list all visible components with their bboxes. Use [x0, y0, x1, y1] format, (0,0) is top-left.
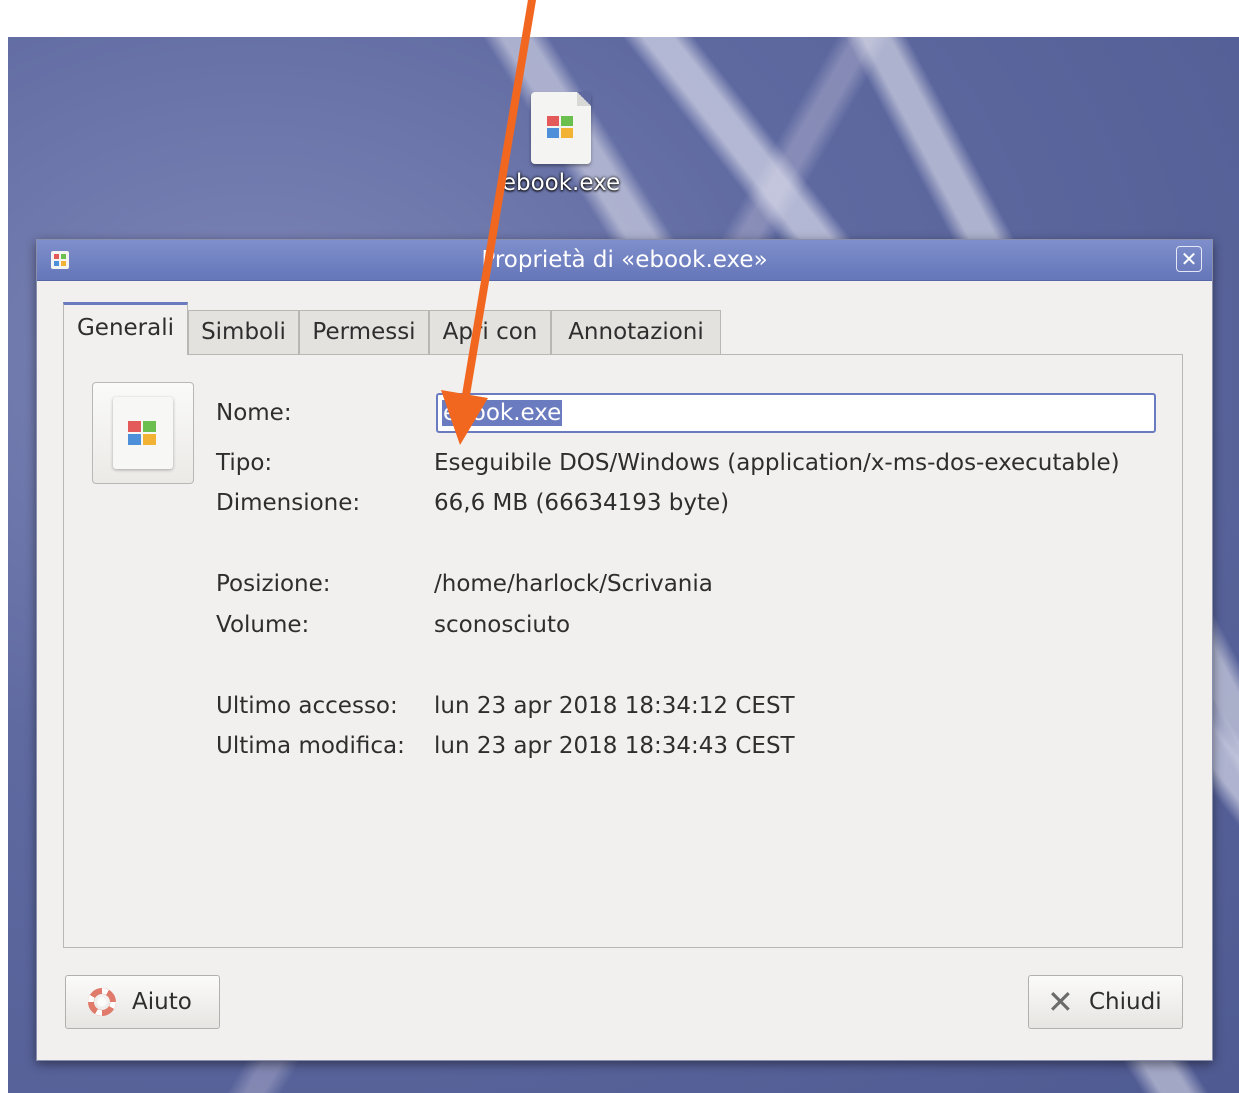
size-label: Dimensione:: [216, 490, 361, 516]
close-icon: ✕: [1180, 247, 1198, 271]
exe-file-icon: [531, 92, 591, 164]
type-value: Eseguibile DOS/Windows (application/x-ms…: [434, 450, 1120, 476]
help-button-label: Aiuto: [132, 989, 192, 1015]
tab-annotazioni[interactable]: Annotazioni: [551, 310, 721, 354]
close-button-label: Chiudi: [1089, 989, 1162, 1015]
general-tab-panel: Nome: ebook.exe Tipo: Eseguibile DOS/Win…: [63, 354, 1183, 948]
close-button[interactable]: ✕ Chiudi: [1028, 975, 1183, 1029]
volume-label: Volume:: [216, 612, 310, 638]
accessed-value: lun 23 apr 2018 18:34:12 CEST: [434, 693, 795, 719]
name-input[interactable]: ebook.exe: [436, 393, 1156, 433]
close-window-button[interactable]: ✕: [1176, 246, 1202, 272]
volume-value: sconosciuto: [434, 612, 571, 638]
close-icon: ✕: [1047, 983, 1074, 1021]
file-icon-button[interactable]: [92, 382, 194, 484]
desktop-file-ebook[interactable]: ebook.exe: [496, 92, 626, 196]
name-input-selected-text: ebook.exe: [442, 400, 563, 426]
tab-simboli[interactable]: Simboli: [188, 310, 299, 354]
tab-permessi[interactable]: Permessi: [299, 310, 429, 354]
size-value: 66,6 MB (66634193 byte): [434, 490, 730, 516]
accessed-label: Ultimo accesso:: [216, 693, 398, 719]
name-label: Nome:: [216, 400, 292, 426]
dialog-title: Proprietà di «ebook.exe»: [481, 247, 768, 273]
location-value: /home/harlock/Scrivania: [434, 571, 713, 597]
app-icon: [51, 251, 69, 269]
type-label: Tipo:: [216, 450, 273, 476]
tab-generali[interactable]: Generali: [63, 302, 188, 355]
exe-file-icon: [113, 397, 173, 469]
desktop-file-label: ebook.exe: [501, 170, 621, 196]
dialog-titlebar[interactable]: Proprietà di «ebook.exe» ✕: [37, 240, 1212, 281]
location-label: Posizione:: [216, 571, 331, 597]
modified-label: Ultima modifica:: [216, 733, 405, 759]
help-button[interactable]: Aiuto: [65, 975, 220, 1029]
tab-apri-con[interactable]: Apri con: [429, 310, 551, 354]
lifebuoy-icon: [88, 988, 116, 1016]
properties-dialog: Proprietà di «ebook.exe» ✕ Generali Simb…: [36, 239, 1213, 1061]
modified-value: lun 23 apr 2018 18:34:43 CEST: [434, 733, 795, 759]
